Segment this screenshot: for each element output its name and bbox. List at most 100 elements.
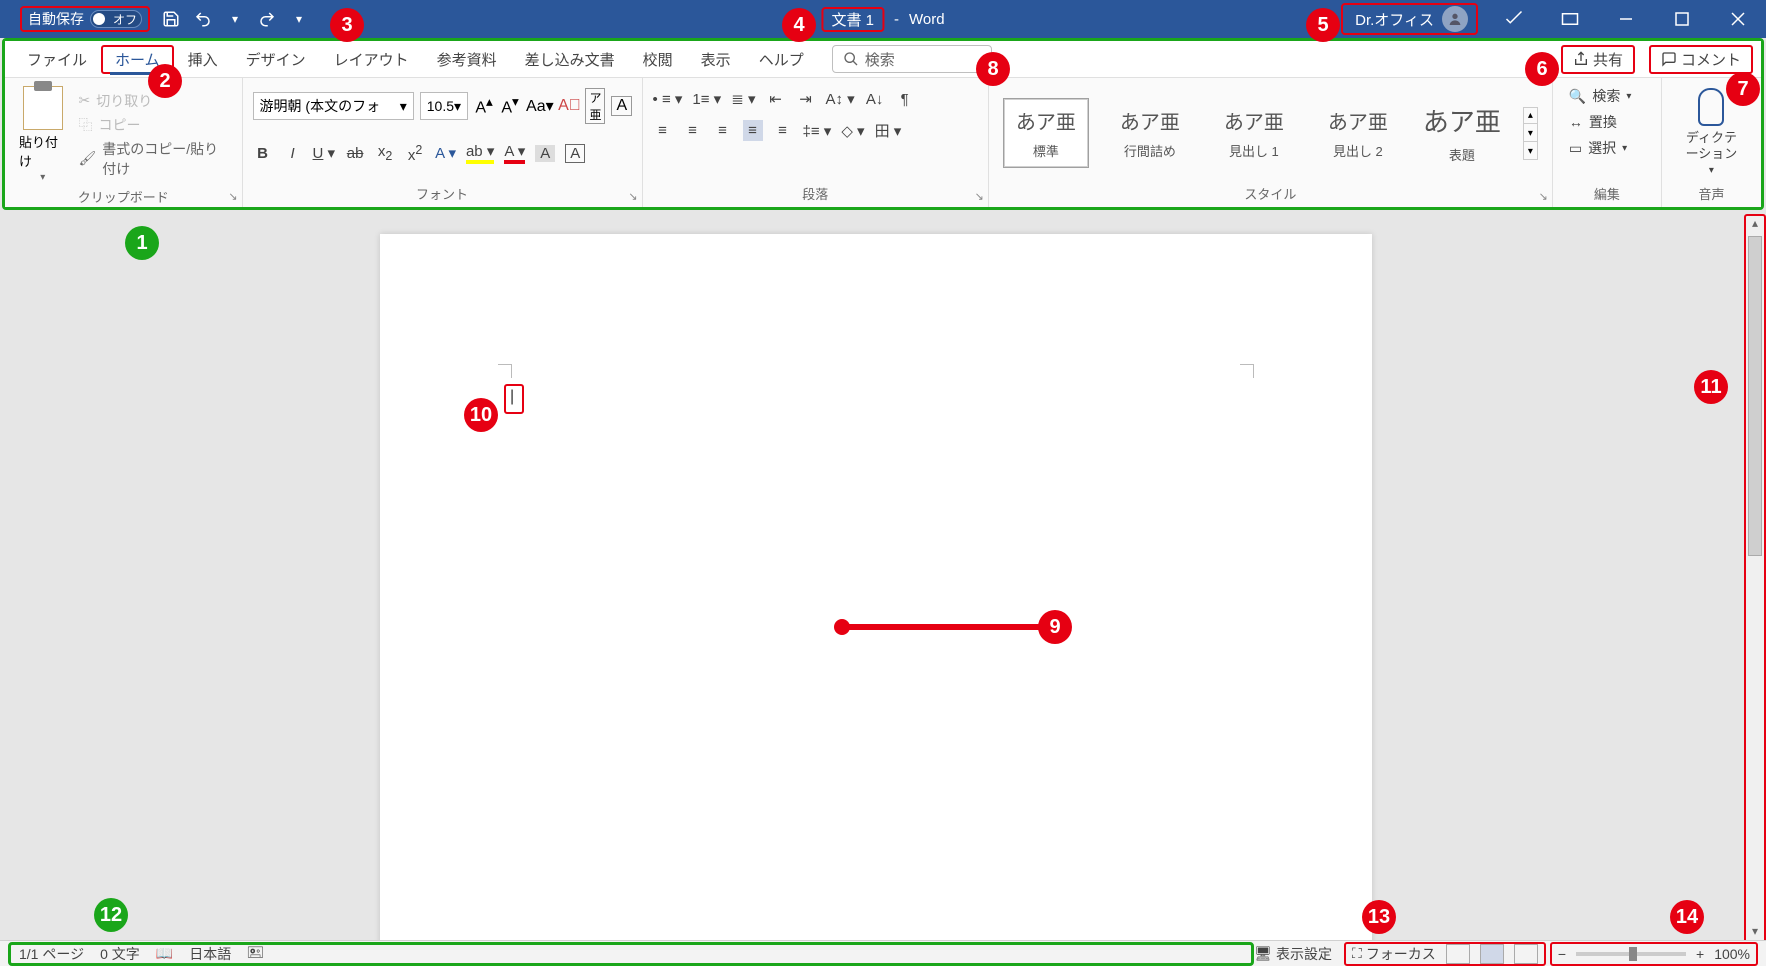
font-name-combo[interactable]: 游明朝 (本文のフォ▾ <box>253 92 414 120</box>
replace-button[interactable]: ↔置換 <box>1569 112 1631 132</box>
zoom-level[interactable]: 100% <box>1714 946 1750 962</box>
dialog-launcher-icon[interactable]: ↘ <box>1539 190 1548 203</box>
style-title[interactable]: あア亜表題 <box>1419 98 1505 168</box>
styles-gallery-more[interactable]: ▴ ▾ ▾ <box>1523 107 1538 160</box>
print-layout-icon[interactable] <box>1480 944 1504 964</box>
enclose-char-icon[interactable]: A <box>611 96 631 116</box>
undo-icon[interactable] <box>192 8 214 30</box>
redo-icon[interactable] <box>256 8 278 30</box>
sort-icon[interactable]: A↓ <box>865 91 885 108</box>
ltr-icon[interactable]: A↕ ▾ <box>825 90 854 108</box>
align-center-icon[interactable]: ≡ <box>683 122 703 139</box>
focus-button[interactable]: ⛶フォーカス <box>1352 944 1436 964</box>
customize-qat-icon[interactable]: ▾ <box>288 8 310 30</box>
page-count[interactable]: 1/1 ページ <box>19 944 84 964</box>
close-button[interactable] <box>1710 0 1766 38</box>
char-border-icon[interactable]: A <box>565 144 585 163</box>
align-left-icon[interactable]: ≡ <box>653 122 673 139</box>
change-case-icon[interactable]: Aa▾ <box>526 96 552 116</box>
chevron-down-icon[interactable]: ▾ <box>40 172 45 183</box>
borders-icon[interactable]: 田 ▾ <box>875 120 902 141</box>
justify-icon[interactable]: ≡ <box>743 120 763 141</box>
select-button[interactable]: ▭選択▾ <box>1569 138 1631 158</box>
read-mode-icon[interactable] <box>1446 944 1470 964</box>
bullets-icon[interactable]: • ≡ ▾ <box>653 90 683 108</box>
style-heading2[interactable]: あア亜見出し 2 <box>1315 98 1401 168</box>
numbering-icon[interactable]: 1≡ ▾ <box>692 90 721 108</box>
char-shading-icon[interactable]: A <box>535 145 555 162</box>
tab-insert[interactable]: 挿入 <box>174 45 232 74</box>
vertical-scrollbar[interactable]: ▴ ▾ <box>1744 214 1766 944</box>
find-button[interactable]: 🔍検索▾ <box>1569 86 1631 106</box>
ribbon-display-icon[interactable] <box>1542 0 1598 38</box>
brush-icon: 🖌 <box>78 150 96 167</box>
dictate-button[interactable]: ディクテーション ▾ <box>1682 130 1741 177</box>
tab-layout[interactable]: レイアウト <box>320 45 423 74</box>
phonetic-guide-icon[interactable]: ア亜 <box>585 88 605 124</box>
save-icon[interactable] <box>160 8 182 30</box>
subscript-button[interactable]: x2 <box>375 143 395 163</box>
word-count[interactable]: 0 文字 <box>100 944 140 964</box>
margin-mark-tl <box>498 364 512 378</box>
display-settings[interactable]: 🖥表示設定 <box>1254 944 1332 964</box>
share-button[interactable]: 共有 <box>1561 45 1635 74</box>
tab-view[interactable]: 表示 <box>687 45 745 74</box>
decrease-indent-icon[interactable]: ⇤ <box>765 90 785 108</box>
paste-icon[interactable] <box>23 86 63 130</box>
format-painter-button[interactable]: 🖌書式のコピー/貼り付け <box>78 139 231 179</box>
strikethrough-button[interactable]: ab <box>345 145 365 162</box>
tab-references[interactable]: 参考資料 <box>423 45 511 74</box>
web-layout-icon[interactable] <box>1514 944 1538 964</box>
style-heading1[interactable]: あア亜見出し 1 <box>1211 98 1297 168</box>
show-marks-icon[interactable]: ¶ <box>895 91 915 108</box>
tab-help[interactable]: ヘルプ <box>745 45 818 74</box>
tab-design[interactable]: デザイン <box>232 45 320 74</box>
zoom-slider[interactable] <box>1576 952 1686 956</box>
mic-icon[interactable] <box>1698 88 1724 126</box>
language[interactable]: 日本語 <box>189 944 231 964</box>
italic-button[interactable]: I <box>283 145 303 162</box>
copy-button[interactable]: ⿻コピー <box>78 115 231 135</box>
paste-button[interactable]: 貼り付け <box>19 132 66 170</box>
highlight-icon[interactable]: ab ▾ <box>466 142 494 164</box>
shrink-font-icon[interactable]: A▾ <box>500 94 520 117</box>
tab-mailings[interactable]: 差し込み文書 <box>511 45 629 74</box>
spellcheck-icon[interactable]: 📖 <box>156 945 173 962</box>
zoom-in-button[interactable]: + <box>1696 946 1704 962</box>
dialog-launcher-icon[interactable]: ↘ <box>228 190 237 203</box>
comments-button[interactable]: コメント <box>1649 45 1753 74</box>
clear-format-icon[interactable]: A⃠ <box>558 97 579 115</box>
distribute-icon[interactable]: ≡ <box>773 122 793 139</box>
tab-file[interactable]: ファイル <box>13 45 101 74</box>
shading-icon[interactable]: ◇ ▾ <box>841 122 864 140</box>
account-button[interactable]: Dr.オフィス <box>1341 3 1478 35</box>
underline-button[interactable]: U ▾ <box>313 144 336 162</box>
superscript-button[interactable]: x2 <box>405 143 425 164</box>
document-area[interactable] <box>0 214 1748 944</box>
grow-font-icon[interactable]: A▴ <box>474 94 494 117</box>
scroll-up-icon[interactable]: ▴ <box>1752 216 1758 234</box>
increase-indent-icon[interactable]: ⇥ <box>795 90 815 108</box>
dialog-launcher-icon[interactable]: ↘ <box>628 190 637 203</box>
multilevel-icon[interactable]: ≣ ▾ <box>731 90 755 108</box>
text-effects-icon[interactable]: A ▾ <box>435 144 456 162</box>
accessibility-icon[interactable]: 🖭 <box>247 942 263 966</box>
chevron-down-icon[interactable]: ▾ <box>224 8 246 30</box>
scroll-thumb[interactable] <box>1748 236 1762 556</box>
line-spacing-icon[interactable]: ‡≡ ▾ <box>803 122 832 140</box>
maximize-button[interactable] <box>1654 0 1710 38</box>
bold-button[interactable]: B <box>253 145 273 162</box>
style-nospacing[interactable]: あア亜行間詰め <box>1107 98 1193 168</box>
style-normal[interactable]: あア亜標準 <box>1003 98 1089 168</box>
coming-soon-icon[interactable] <box>1486 0 1542 38</box>
document-page[interactable] <box>380 234 1372 944</box>
font-size-combo[interactable]: 10.5▾ <box>420 92 468 120</box>
tab-review[interactable]: 校閲 <box>629 45 687 74</box>
font-color-icon[interactable]: A ▾ <box>504 142 525 164</box>
dialog-launcher-icon[interactable]: ↘ <box>975 190 984 203</box>
align-right-icon[interactable]: ≡ <box>713 122 733 139</box>
search-box[interactable]: 検索 <box>832 45 992 73</box>
minimize-button[interactable] <box>1598 0 1654 38</box>
autosave-toggle[interactable]: 自動保存 オフ <box>20 6 150 32</box>
zoom-out-button[interactable]: − <box>1558 946 1566 962</box>
